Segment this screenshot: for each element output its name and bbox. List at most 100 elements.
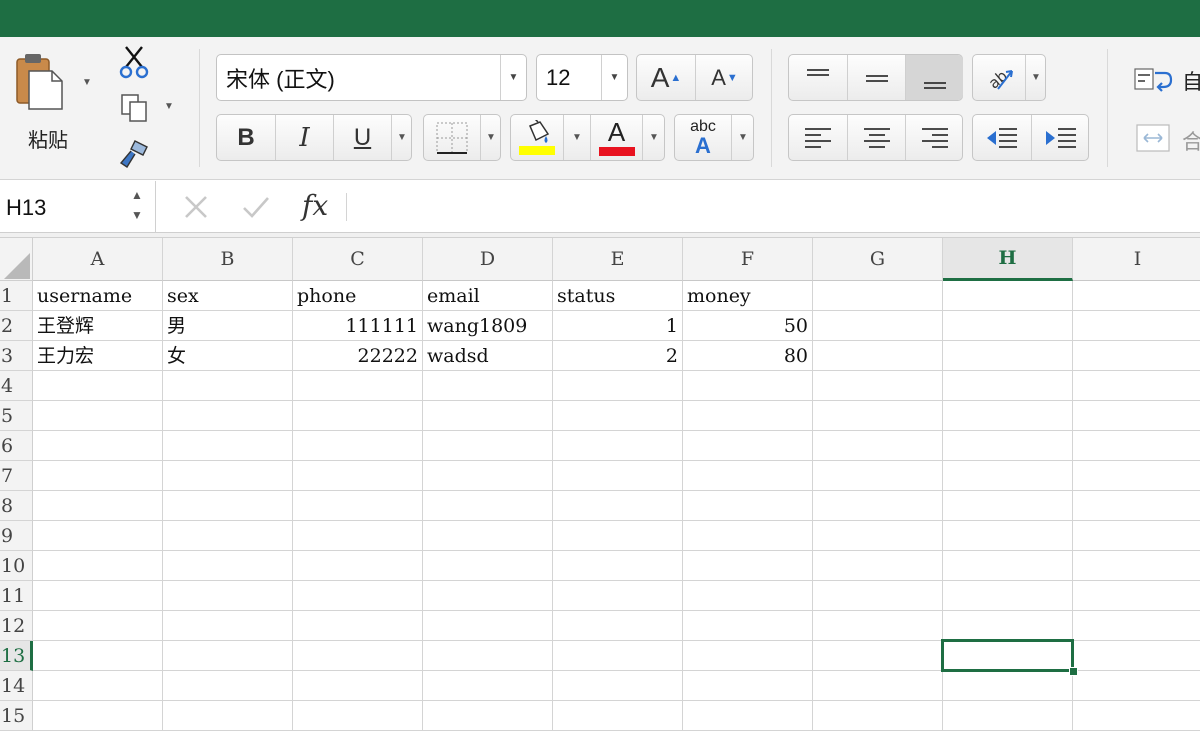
orientation-button[interactable]: ab ▼ — [972, 54, 1046, 101]
cell-e11[interactable] — [553, 581, 683, 611]
row-header-8[interactable]: 8 — [0, 491, 33, 521]
orientation-dropdown-caret[interactable]: ▼ — [1025, 55, 1046, 100]
cell-e6[interactable] — [553, 431, 683, 461]
cell-c6[interactable] — [293, 431, 423, 461]
font-size-select[interactable]: 12 ▼ — [536, 54, 628, 101]
row-header-15[interactable]: 15 — [0, 701, 33, 731]
cell-b7[interactable] — [163, 461, 293, 491]
merge-center-icon[interactable] — [1135, 123, 1171, 153]
cell-f6[interactable] — [683, 431, 813, 461]
cell-c5[interactable] — [293, 401, 423, 431]
cell-i5[interactable] — [1073, 401, 1200, 431]
cell-h3[interactable] — [943, 341, 1073, 371]
cell-e9[interactable] — [553, 521, 683, 551]
cell-a15[interactable] — [33, 701, 163, 731]
formula-input[interactable] — [356, 193, 1196, 221]
cell-d15[interactable] — [423, 701, 553, 731]
cell-d1[interactable]: email — [423, 281, 553, 311]
cell-f4[interactable] — [683, 371, 813, 401]
decrease-indent-button[interactable] — [973, 115, 1031, 160]
cell-g5[interactable] — [813, 401, 943, 431]
cell-f14[interactable] — [683, 671, 813, 701]
align-left-button[interactable] — [789, 115, 847, 160]
cell-c12[interactable] — [293, 611, 423, 641]
cell-c11[interactable] — [293, 581, 423, 611]
row-header-9[interactable]: 9 — [0, 521, 33, 551]
cell-g6[interactable] — [813, 431, 943, 461]
cell-c8[interactable] — [293, 491, 423, 521]
cell-g14[interactable] — [813, 671, 943, 701]
cell-e12[interactable] — [553, 611, 683, 641]
column-header-b[interactable]: B — [163, 238, 293, 281]
cell-g11[interactable] — [813, 581, 943, 611]
cell-h15[interactable] — [943, 701, 1073, 731]
triangle-down-icon[interactable]: ▼ — [131, 208, 143, 222]
cell-h9[interactable] — [943, 521, 1073, 551]
cell-e14[interactable] — [553, 671, 683, 701]
copy-icon[interactable] — [120, 93, 150, 123]
cell-a2[interactable]: 王登辉 — [33, 311, 163, 341]
cell-h6[interactable] — [943, 431, 1073, 461]
cell-i3[interactable] — [1073, 341, 1200, 371]
italic-button[interactable]: I — [275, 115, 333, 160]
fill-handle[interactable] — [1069, 667, 1078, 676]
cell-f10[interactable] — [683, 551, 813, 581]
bold-button[interactable]: B — [217, 115, 275, 160]
cancel-icon[interactable] — [182, 193, 210, 221]
cell-e10[interactable] — [553, 551, 683, 581]
cell-i7[interactable] — [1073, 461, 1200, 491]
cell-b4[interactable] — [163, 371, 293, 401]
cell-f15[interactable] — [683, 701, 813, 731]
cell-i13[interactable] — [1073, 641, 1200, 671]
font-name-select[interactable]: 宋体 (正文) ▼ — [216, 54, 527, 101]
row-header-2[interactable]: 2 — [0, 311, 33, 341]
name-box[interactable]: H13 ▲ ▼ — [0, 181, 156, 233]
cell-g1[interactable] — [813, 281, 943, 311]
column-header-a[interactable]: A — [33, 238, 163, 281]
cell-b9[interactable] — [163, 521, 293, 551]
cell-d8[interactable] — [423, 491, 553, 521]
cell-f7[interactable] — [683, 461, 813, 491]
chevron-down-icon[interactable]: ▼ — [500, 55, 526, 100]
increase-font-size-button[interactable]: A ▲ — [637, 55, 695, 100]
row-header-5[interactable]: 5 — [0, 401, 33, 431]
phonetic-guide-button[interactable]: abc A ▼ — [674, 114, 754, 161]
row-header-11[interactable]: 11 — [0, 581, 33, 611]
cell-b2[interactable]: 男 — [163, 311, 293, 341]
paste-dropdown-caret[interactable]: ▼ — [82, 77, 92, 88]
cell-d12[interactable] — [423, 611, 553, 641]
cell-h5[interactable] — [943, 401, 1073, 431]
top-align-button[interactable] — [789, 55, 847, 100]
column-header-h[interactable]: H — [943, 238, 1073, 281]
bottom-align-button[interactable] — [905, 55, 963, 100]
cell-h7[interactable] — [943, 461, 1073, 491]
cell-e2[interactable]: 1 — [553, 311, 683, 341]
cell-a14[interactable] — [33, 671, 163, 701]
cell-f12[interactable] — [683, 611, 813, 641]
cell-f3[interactable]: 80 — [683, 341, 813, 371]
cell-b6[interactable] — [163, 431, 293, 461]
cell-d2[interactable]: wang1809 — [423, 311, 553, 341]
cell-c13[interactable] — [293, 641, 423, 671]
cell-e3[interactable]: 2 — [553, 341, 683, 371]
row-header-6[interactable]: 6 — [0, 431, 33, 461]
cell-i11[interactable] — [1073, 581, 1200, 611]
underline-dropdown-caret[interactable]: ▼ — [391, 115, 412, 160]
cell-a3[interactable]: 王力宏 — [33, 341, 163, 371]
middle-align-button[interactable] — [847, 55, 905, 100]
column-header-g[interactable]: G — [813, 238, 943, 281]
cell-i1[interactable] — [1073, 281, 1200, 311]
cell-i14[interactable] — [1073, 671, 1200, 701]
cell-g10[interactable] — [813, 551, 943, 581]
cell-e5[interactable] — [553, 401, 683, 431]
cell-d13[interactable] — [423, 641, 553, 671]
cell-a10[interactable] — [33, 551, 163, 581]
insert-function-button[interactable]: fx — [302, 189, 328, 222]
row-header-10[interactable]: 10 — [0, 551, 33, 581]
cell-a4[interactable] — [33, 371, 163, 401]
cell-d7[interactable] — [423, 461, 553, 491]
increase-indent-button[interactable] — [1031, 115, 1089, 160]
cell-h8[interactable] — [943, 491, 1073, 521]
cell-d14[interactable] — [423, 671, 553, 701]
cell-f5[interactable] — [683, 401, 813, 431]
